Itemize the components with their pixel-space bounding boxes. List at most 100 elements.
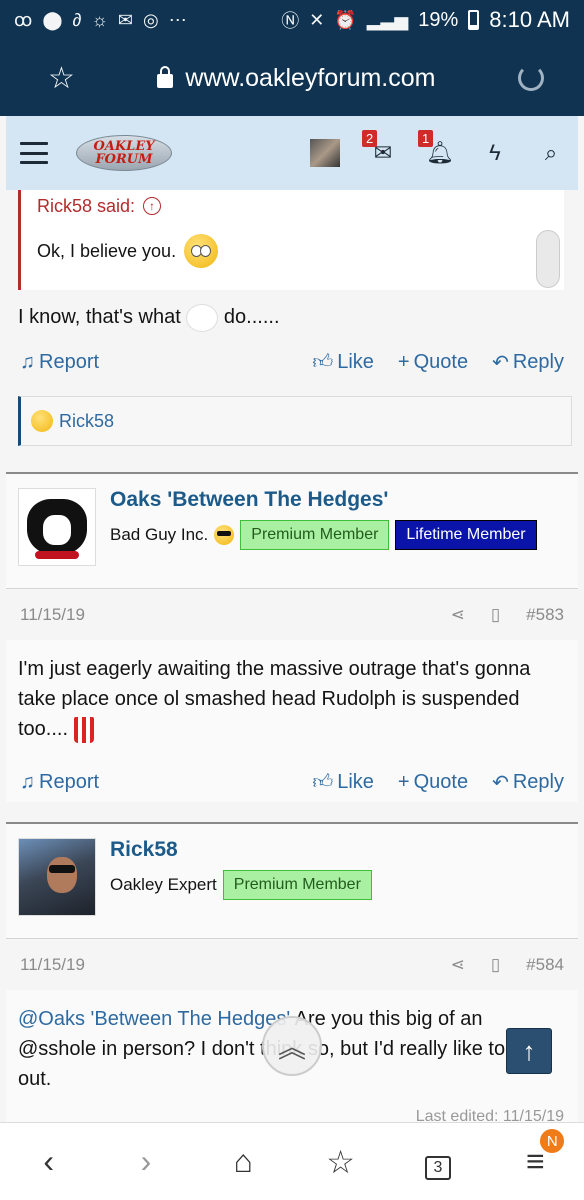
post-583-user-title: Bad Guy Inc. — [110, 525, 209, 544]
voicemail-icon: ꝏ — [14, 9, 33, 30]
post-584-meta: 11/15/19 ⋖ ▯ #584 — [6, 938, 578, 990]
clock: 8:10 AM — [489, 7, 570, 32]
plus-icon: + — [397, 770, 410, 793]
star-list-icon: ☆ — [326, 1143, 355, 1180]
post-584-date[interactable]: 11/15/19 — [20, 955, 85, 975]
like-button[interactable]: 👍︎ Like — [312, 350, 374, 374]
quote-block: Rick58 said: ↑ Ok, I believe you. — [18, 190, 564, 290]
reply-button[interactable]: ↶ Reply — [492, 770, 564, 795]
home-button[interactable]: ⌂ — [218, 1143, 268, 1180]
quote-label: Quote — [413, 770, 469, 793]
post-583-number[interactable]: #583 — [526, 605, 564, 625]
scroll-to-top-button[interactable]: ︽ — [262, 1016, 322, 1076]
site-logo[interactable]: OAKLEY FORUM — [76, 135, 172, 171]
instagram-icon: ◎ — [143, 9, 159, 30]
menu-icon[interactable] — [20, 142, 48, 164]
gmail-icon: ✉ — [117, 9, 133, 30]
signal-icon: ▂▃▅ — [366, 9, 409, 30]
post-584-username[interactable]: Rick58 — [110, 838, 372, 862]
report-label: Report — [39, 770, 100, 793]
lifetime-member-badge: Lifetime Member — [395, 520, 537, 550]
thread-content: Rick58 said: ↑ Ok, I believe you. I know… — [6, 190, 578, 1122]
alarm-icon: ⏰ — [334, 9, 357, 30]
like-button[interactable]: 👍︎ Like — [312, 770, 374, 794]
reload-icon[interactable] — [517, 65, 544, 91]
browser-url-bar: ☆ www.oakleyforum.com — [0, 40, 584, 116]
bell-outline-icon: ♫ — [20, 350, 35, 373]
browser-menu-button[interactable]: ≡ N — [510, 1129, 565, 1180]
thumbs-up-icon: 👍︎ — [312, 771, 334, 793]
tabs-button[interactable]: 3 — [413, 1143, 463, 1180]
chevron-left-icon: ‹ — [43, 1143, 54, 1179]
rick58-avatar[interactable] — [18, 838, 96, 916]
bookmarks-button[interactable]: ☆ — [316, 1143, 366, 1181]
like-label: Like — [337, 350, 374, 373]
last-edited: Last edited: 11/15/19 — [415, 1108, 564, 1122]
bookmark-star-icon[interactable]: ☆ — [48, 61, 75, 96]
post-583-date[interactable]: 11/15/19 — [20, 605, 85, 625]
bell-outline-icon: ♫ — [20, 770, 35, 793]
report-button[interactable]: ♫ Report — [20, 771, 99, 794]
reply-arrow-icon: ↶ — [492, 351, 509, 374]
reply-button[interactable]: ↶ Reply — [492, 350, 564, 375]
page-up-button[interactable]: ↑ — [506, 1028, 552, 1074]
post-583-body: I'm just eagerly awaiting the massive ou… — [6, 640, 578, 744]
quote-button[interactable]: + Quote — [398, 351, 468, 374]
messenger-icon: ⬤ — [42, 9, 63, 30]
lock-icon — [157, 66, 174, 88]
post-583-username[interactable]: Oaks 'Between The Hedges' — [110, 488, 537, 512]
reply-arrow-icon: ↶ — [492, 771, 509, 794]
url-text: www.oakleyforum.com — [185, 63, 436, 92]
arrow-up-circle-icon[interactable]: ↑ — [143, 197, 162, 215]
post-583-text: I'm just eagerly awaiting the massive ou… — [18, 658, 531, 740]
quote-author: Rick58 said: — [37, 195, 136, 216]
address-field[interactable]: www.oakleyforum.com — [157, 64, 435, 93]
logo-text-2: FORUM — [95, 152, 153, 167]
nfc-icon: Ⓝ — [281, 11, 300, 31]
thumbs-up-icon: 👍︎ — [312, 351, 334, 373]
post-582-body: I know, that's what do...... — [6, 302, 578, 332]
post-582-text-1: I know, that's what — [18, 306, 181, 328]
user-mention-link[interactable]: @Oaks 'Between The Hedges' — [18, 1008, 290, 1030]
tabs-count: 3 — [424, 1156, 451, 1180]
sheep-emoji-icon — [186, 303, 219, 332]
bulldog-avatar[interactable] — [18, 488, 96, 566]
report-label: Report — [39, 350, 100, 373]
post-584-number[interactable]: #584 — [526, 955, 564, 975]
bookmark-icon[interactable]: ▯ — [491, 605, 500, 625]
post-584-user: Rick58 Oakley Expert Premium Member — [6, 824, 578, 938]
premium-member-badge: Premium Member — [222, 870, 372, 900]
battery-percent: 19% — [418, 8, 459, 31]
weather-icon: ☼ — [91, 9, 108, 30]
post-583-meta: 11/15/19 ⋖ ▯ #583 — [6, 588, 578, 640]
quote-label: Quote — [413, 350, 469, 373]
menu-notification-badge: N — [540, 1129, 565, 1153]
whats-new-button[interactable]: ϟ — [482, 140, 508, 166]
reactions-bar[interactable]: Rick58 — [18, 396, 572, 446]
share-icon[interactable]: ⋖ — [451, 955, 465, 975]
premium-member-badge: Premium Member — [240, 520, 390, 550]
bookmark-icon[interactable]: ▯ — [491, 955, 500, 975]
report-button[interactable]: ♫ Report — [20, 351, 99, 374]
account-avatar[interactable] — [310, 139, 340, 167]
popcorn-emoji-icon — [73, 716, 94, 743]
plus-icon: + — [397, 350, 410, 373]
post-584: Rick58 Oakley Expert Premium Member 11/1… — [6, 822, 578, 1122]
alerts-badge: 1 — [418, 130, 434, 147]
forward-button[interactable]: › — [121, 1143, 171, 1180]
quote-attribution[interactable]: Rick58 said: ↑ — [21, 190, 564, 222]
mute-icon: ✕ — [309, 9, 325, 30]
home-icon: ⌂ — [233, 1143, 253, 1179]
post-583: Oaks 'Between The Hedges' Bad Guy Inc. P… — [6, 472, 578, 802]
reaction-user[interactable]: Rick58 — [59, 411, 114, 432]
conversations-button[interactable]: 2 ✉ — [362, 130, 396, 166]
back-button[interactable]: ‹ — [24, 1143, 74, 1180]
quote-button[interactable]: + Quote — [398, 771, 468, 794]
post-583-user: Oaks 'Between The Hedges' Bad Guy Inc. P… — [6, 474, 578, 588]
alerts-button[interactable]: 1 🔔︎ — [418, 130, 454, 166]
browser-bottom-nav: ‹ › ⌂ ☆ 3 ≡ N — [0, 1122, 584, 1200]
quote-scroll-control[interactable] — [536, 230, 560, 288]
search-button[interactable]: ⌕ — [538, 140, 564, 166]
laughing-emoji-icon — [31, 410, 53, 432]
share-icon[interactable]: ⋖ — [451, 605, 465, 625]
